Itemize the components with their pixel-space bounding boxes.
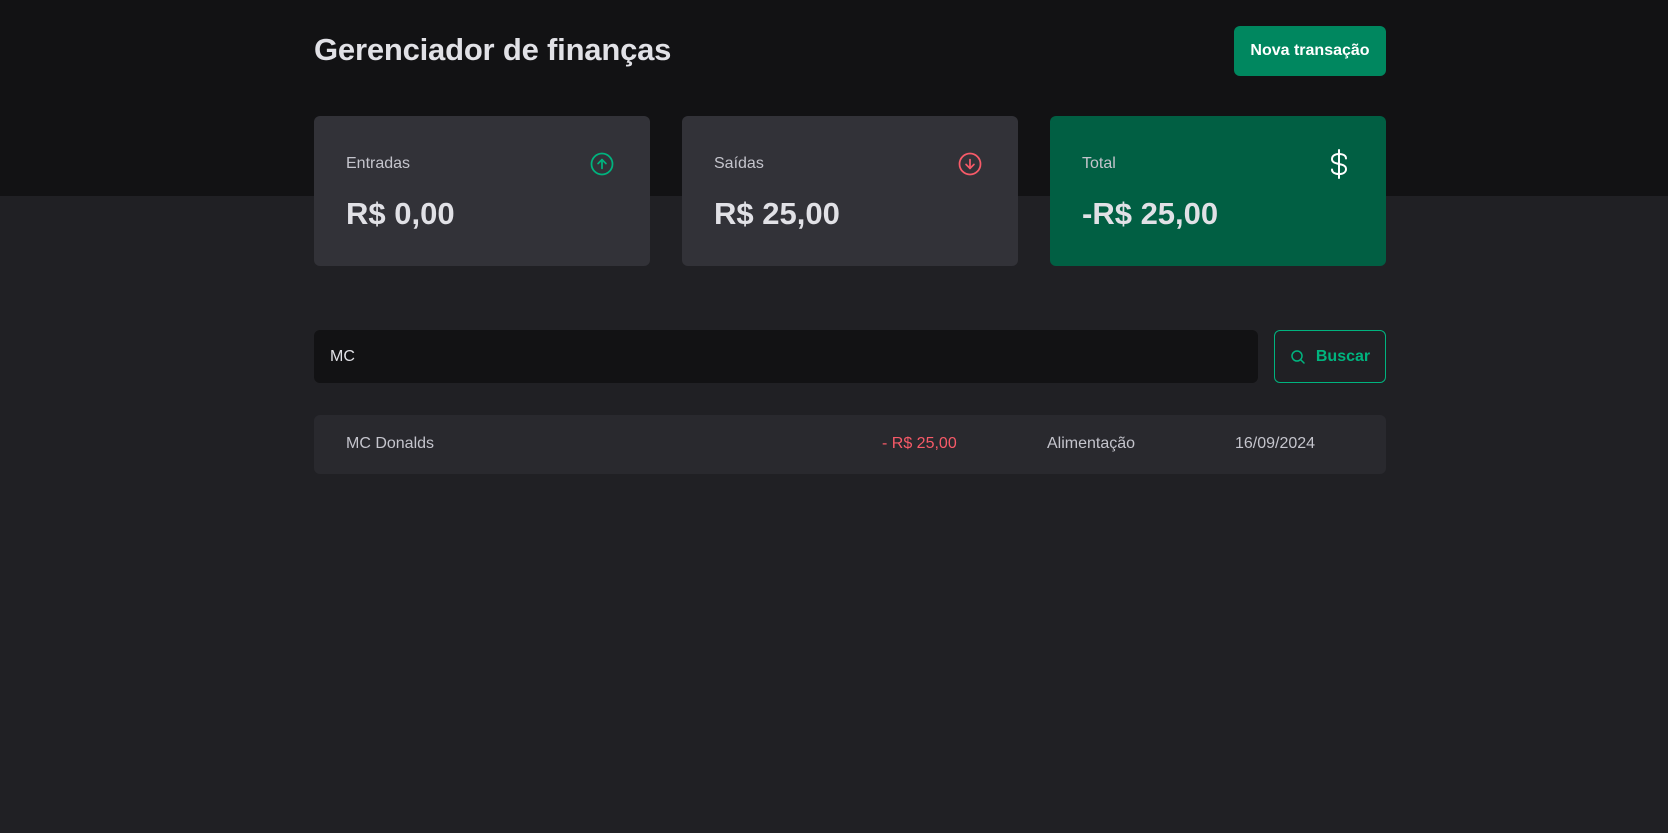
table-row: MC Donalds - R$ 25,00 Alimentação 16/09/…	[314, 415, 1386, 474]
new-transaction-button[interactable]: Nova transação	[1234, 26, 1386, 76]
summary-value-outcome: R$ 25,00	[714, 196, 840, 231]
summary-label-total: Total	[1082, 155, 1116, 172]
summary-card-outcome: Saídas R$ 25,00	[682, 116, 1018, 266]
arrow-circle-down-icon	[958, 152, 982, 176]
magnifying-glass-icon	[1291, 349, 1305, 364]
search-form: Buscar	[314, 330, 1386, 384]
header: Gerenciador de finanças Nova transação	[314, 26, 1386, 76]
search-button-label: Buscar	[1315, 347, 1371, 365]
search-button[interactable]: Buscar	[1274, 330, 1386, 383]
summary-value-total: -R$ 25,00	[1082, 196, 1219, 231]
search-input[interactable]	[314, 330, 1258, 383]
summary-section: Entradas R$ 0,00 Saídas R$ 25,00 Total -…	[314, 116, 1386, 266]
transactions-table: MC Donalds - R$ 25,00 Alimentação 16/09/…	[314, 415, 1386, 474]
transaction-category: Alimentação	[1047, 435, 1136, 452]
currency-dollar-icon	[1331, 149, 1347, 179]
arrow-circle-up-icon	[590, 152, 614, 176]
transaction-date: 16/09/2024	[1235, 435, 1316, 452]
transaction-price: - R$ 25,00	[882, 435, 957, 452]
summary-label-income: Entradas	[346, 155, 411, 172]
summary-label-outcome: Saídas	[714, 155, 764, 172]
summary-card-income: Entradas R$ 0,00	[314, 116, 650, 266]
summary-card-total: Total -R$ 25,00	[1050, 116, 1386, 266]
summary-value-income: R$ 0,00	[346, 196, 455, 231]
transaction-description: MC Donalds	[346, 435, 435, 452]
page-title: Gerenciador de finanças	[314, 32, 672, 67]
